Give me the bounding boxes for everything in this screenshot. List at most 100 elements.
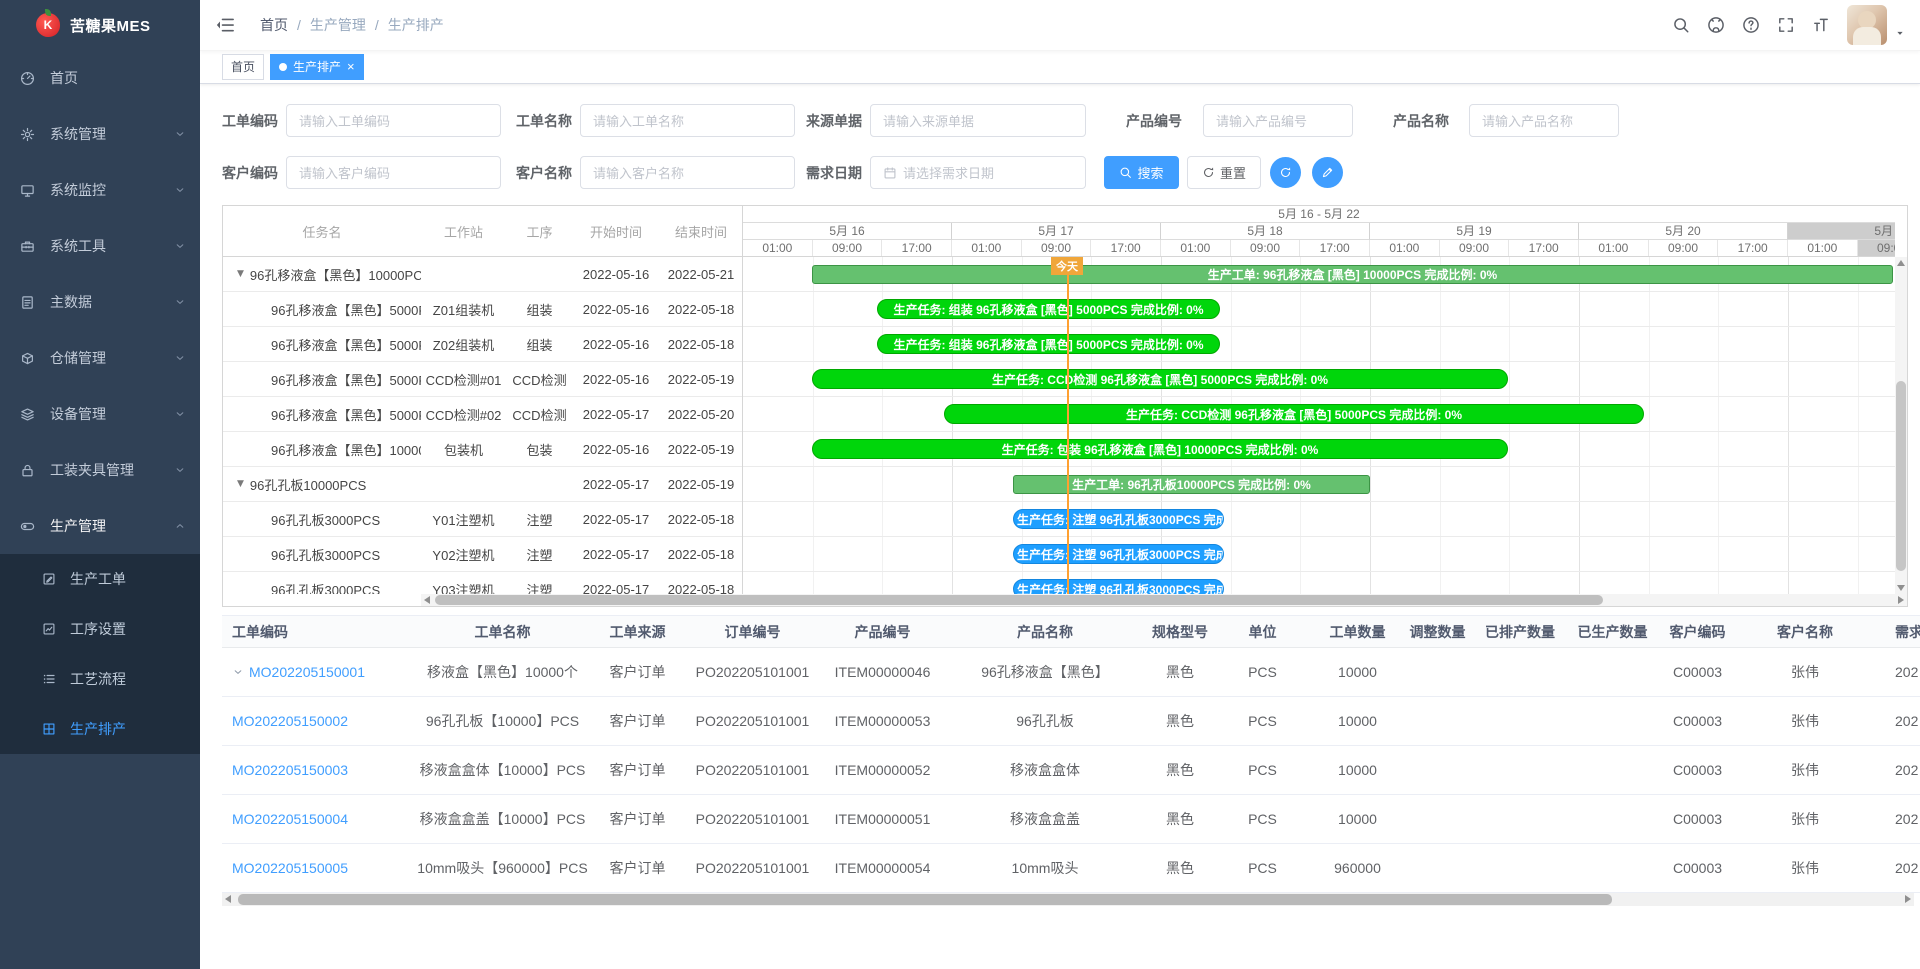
gantt-grid-row[interactable]: 96孔孔板3000PCSY02注塑机注塑2022-05-172022-05-18: [223, 537, 742, 572]
sidebar-item-production-scheduling[interactable]: 生产排产: [0, 704, 200, 754]
sidebar-item-master-data[interactable]: 主数据: [0, 274, 200, 330]
orders-cell: 202: [1875, 811, 1920, 827]
reset-button[interactable]: 重置: [1187, 156, 1261, 189]
logo[interactable]: K 苦糖果MES: [0, 0, 200, 50]
客户编码-input[interactable]: 请输入客户编码: [286, 156, 501, 189]
search-button[interactable]: 搜索: [1104, 156, 1179, 189]
gantt-horizontal-scrollbar[interactable]: [421, 594, 1907, 606]
avatar[interactable]: [1847, 5, 1887, 45]
workstation-cell: Y03注塑机: [421, 580, 506, 595]
navbar: 首页/生产管理/生产排产: [200, 0, 1920, 51]
scroll-left-arrow[interactable]: [225, 895, 231, 903]
产品名称-input[interactable]: 请输入产品名称: [1469, 104, 1619, 137]
work-order-link[interactable]: MO202205150001: [249, 664, 365, 680]
timeline-day-cell: 5月 18: [1161, 223, 1370, 240]
需求日期-input[interactable]: 请选择需求日期: [870, 156, 1086, 189]
chartsq-icon: [42, 622, 56, 636]
question-icon: [1742, 16, 1760, 34]
gantt-grid-row[interactable]: 96孔移液盒【黑色】5000PCSCCD检测#02CCD检测2022-05-17…: [223, 397, 742, 432]
产品编号-input[interactable]: 请输入产品编号: [1203, 104, 1353, 137]
sidebar-item-warehouse[interactable]: 仓储管理: [0, 330, 200, 386]
gantt-bar-task[interactable]: 生产任务: CCD检测 96孔移液盒 [黑色] 5000PCS 完成比例: 0%: [944, 404, 1644, 424]
close-icon[interactable]: ×: [347, 60, 355, 73]
placeholder-text: 请输入工单名称: [593, 111, 684, 130]
gantt-grid-row[interactable]: 96孔移液盒【黑色】5000PCSCCD检测#01CCD检测2022-05-16…: [223, 362, 742, 397]
orders-horizontal-scrollbar[interactable]: [222, 893, 1914, 906]
timeline-hour-cell: 01:00: [1370, 240, 1440, 257]
gantt-grid-row[interactable]: 96孔移液盒【黑色】5000PCSZ01组装机组装2022-05-162022-…: [223, 292, 742, 327]
work-order-link[interactable]: MO202205150005: [232, 860, 348, 876]
sidebar-item-production[interactable]: 生产管理: [0, 498, 200, 554]
sidebar-item-process-flow[interactable]: 工艺流程: [0, 654, 200, 704]
sidebar-item-home[interactable]: 首页: [0, 50, 200, 106]
gantt-chart-row: 生产任务: 组装 96孔移液盒 [黑色] 5000PCS 完成比例: 0%: [743, 327, 1895, 362]
calendar-icon: [883, 166, 897, 180]
sidebar-item-process-setting[interactable]: 工序设置: [0, 604, 200, 654]
工单编码-input[interactable]: 请输入工单编码: [286, 104, 501, 137]
orders-cell: ITEM00000053: [825, 713, 940, 729]
placeholder-text: 请输入来源单据: [883, 111, 974, 130]
gantt-bar-project[interactable]: 生产工单: 96孔移液盒 [黑色] 10000PCS 完成比例: 0%: [812, 265, 1893, 284]
scroll-right-arrow[interactable]: [1898, 596, 1904, 604]
sync-schedule-button[interactable]: [1270, 157, 1301, 188]
horizontal-scroll-thumb[interactable]: [435, 595, 1603, 605]
tree-expand-arrow[interactable]: ▼: [237, 269, 244, 279]
sidebar-item-equipment[interactable]: 设备管理: [0, 386, 200, 442]
breadcrumb-item[interactable]: 生产排产: [388, 15, 444, 35]
sidebar-fold-icon[interactable]: [215, 15, 235, 35]
task-name: 96孔移液盒【黑色】5000PCS: [271, 335, 421, 354]
orders-cell: MO202205150003: [222, 762, 410, 778]
sidebar-item-system-admin[interactable]: 系统管理: [0, 106, 200, 162]
gantt-bar-blue[interactable]: 生产任务: 注塑 96孔孔板3000PCS 完成比例: 0%: [1013, 544, 1224, 564]
timeline-hour-cell: 17:00: [1300, 240, 1370, 257]
scroll-up-arrow[interactable]: [1897, 260, 1905, 266]
gantt-vertical-scrollbar[interactable]: [1895, 257, 1907, 594]
gantt-bar-task[interactable]: 生产任务: 组装 96孔移液盒 [黑色] 5000PCS 完成比例: 0%: [877, 334, 1220, 354]
horizontal-scroll-thumb[interactable]: [238, 894, 1612, 905]
end-cell: 2022-05-18: [659, 547, 743, 562]
gantt-bar-blue[interactable]: 生产任务: 注塑 96孔孔板3000PCS 完成比例: 0%: [1013, 509, 1224, 529]
work-order-link[interactable]: MO202205150003: [232, 762, 348, 778]
end-cell: 2022-05-19: [659, 442, 743, 457]
tab-生产排产[interactable]: 生产排产×: [270, 54, 364, 80]
placeholder-text: 请输入产品名称: [1482, 111, 1573, 130]
orders-cell: 202: [1875, 713, 1920, 729]
工单名称-input[interactable]: 请输入工单名称: [580, 104, 795, 137]
scroll-right-arrow[interactable]: [1905, 895, 1911, 903]
gantt-grid-row[interactable]: 96孔移液盒【黑色】10000PCS包装机包装2022-05-162022-05…: [223, 432, 742, 467]
gantt-bar-task[interactable]: 生产任务: CCD检测 96孔移液盒 [黑色] 5000PCS 完成比例: 0%: [812, 369, 1508, 389]
vertical-scroll-thumb[interactable]: [1896, 381, 1906, 571]
gantt-grid-row[interactable]: 96孔移液盒【黑色】5000PCSZ02组装机组装2022-05-162022-…: [223, 327, 742, 362]
gantt-grid-row[interactable]: ▼96孔孔板10000PCS2022-05-172022-05-19: [223, 467, 742, 502]
tree-expand-arrow[interactable]: ▼: [237, 479, 244, 489]
orders-cell: ITEM00000054: [825, 860, 940, 876]
gantt-grid-row[interactable]: 96孔孔板3000PCSY03注塑机注塑2022-05-172022-05-18: [223, 572, 742, 594]
scroll-left-arrow[interactable]: [424, 596, 430, 604]
work-order-link[interactable]: MO202205150002: [232, 713, 348, 729]
gantt-bar-task[interactable]: 生产任务: 组装 96孔移液盒 [黑色] 5000PCS 完成比例: 0%: [877, 299, 1220, 319]
orders-header-row: 工单编码工单名称工单来源订单编号产品编号产品名称规格型号单位工单数量调整数量已排…: [222, 615, 1920, 648]
breadcrumb-item[interactable]: 生产管理: [310, 15, 366, 35]
sidebar-item-system-tools[interactable]: 系统工具: [0, 218, 200, 274]
scroll-down-arrow[interactable]: [1897, 585, 1905, 591]
来源单据-input[interactable]: 请输入来源单据: [870, 104, 1086, 137]
orders-header-cell: 产品名称: [940, 622, 1150, 642]
timeline-hour-cell: 17:00: [882, 240, 952, 257]
sidebar-item-tooling-fixture[interactable]: 工装夹具管理: [0, 442, 200, 498]
gantt-grid-row[interactable]: 96孔孔板3000PCSY01注塑机注塑2022-05-172022-05-18: [223, 502, 742, 537]
客户名称-input[interactable]: 请输入客户名称: [580, 156, 795, 189]
work-order-link[interactable]: MO202205150004: [232, 811, 348, 827]
sidebar-item-work-order[interactable]: 生产工单: [0, 554, 200, 604]
gantt-bar-task[interactable]: 生产任务: 包装 96孔移液盒 [黑色] 10000PCS 完成比例: 0%: [812, 439, 1508, 459]
start-cell: 2022-05-17: [573, 477, 659, 492]
orders-cell: 客户订单: [595, 858, 680, 878]
gantt-bar-blue[interactable]: 生产任务: 注塑 96孔孔板3000PCS 完成比例: 0%: [1013, 579, 1224, 594]
orders-cell: PO202205101001: [680, 860, 825, 876]
gantt-grid-row[interactable]: ▼96孔移液盒【黑色】10000PCS2022-05-162022-05-21: [223, 257, 742, 292]
end-cell: 2022-05-18: [659, 302, 743, 317]
sidebar-item-system-monitor[interactable]: 系统监控: [0, 162, 200, 218]
breadcrumb-item[interactable]: 首页: [260, 15, 288, 35]
tab-首页[interactable]: 首页: [222, 54, 264, 80]
edit-schedule-button[interactable]: [1312, 157, 1343, 188]
chevron-up-icon: [174, 520, 186, 532]
